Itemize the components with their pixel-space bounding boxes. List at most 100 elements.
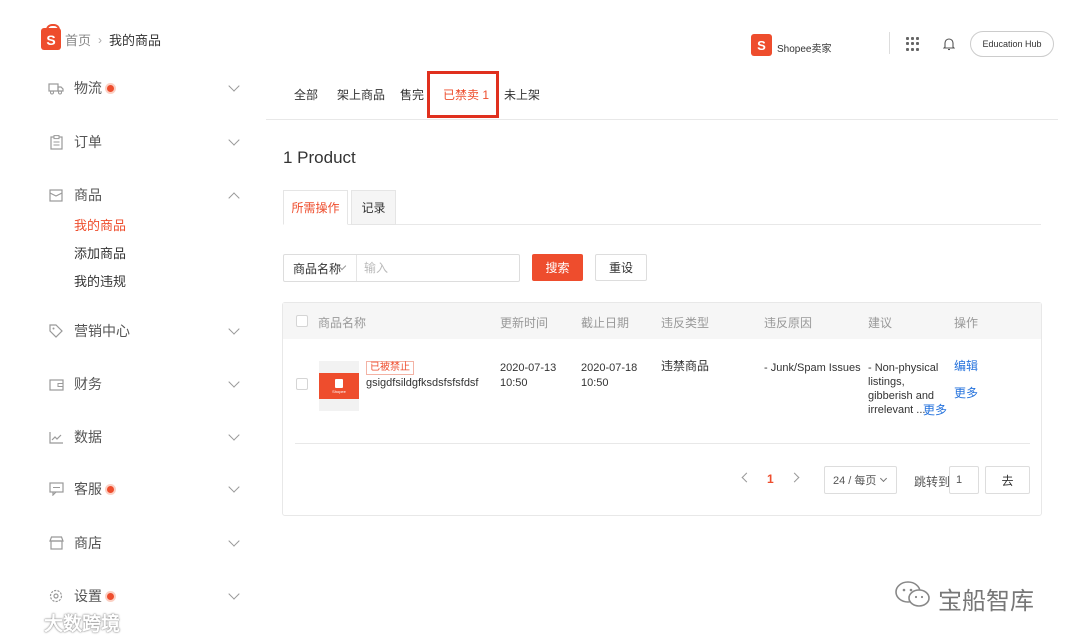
row-divider: [295, 443, 1030, 444]
chevron-down-icon: [228, 588, 240, 600]
jump-to-page-input[interactable]: [949, 466, 979, 494]
sidebar-subitem-my-products[interactable]: 我的商品: [74, 215, 126, 234]
breadcrumb-home-link[interactable]: 首页: [65, 30, 91, 49]
sidebar-item-customer-service[interactable]: 客服: [48, 477, 248, 501]
search-field-select[interactable]: 商品名称: [284, 255, 357, 281]
watermark-logo-icon: [10, 608, 40, 636]
shopee-bag-icon: Shopee: [319, 373, 359, 399]
clipboard-icon: [48, 134, 64, 150]
education-hub-button[interactable]: Education Hub: [970, 31, 1054, 57]
deadline-date: 2020-07-18: [581, 362, 638, 374]
search-button[interactable]: 搜索: [532, 254, 583, 281]
shopee-seller-logo-icon[interactable]: S: [751, 34, 772, 56]
chevron-down-icon: [228, 80, 240, 92]
page: S 首页 › 我的商品 物流 订单 商品 我的商品 添加商品 我的违规 营销中心…: [0, 0, 1080, 642]
banned-status-badge: 已被禁止: [366, 361, 414, 375]
product-thumbnail[interactable]: Shopee: [319, 361, 359, 411]
truck-icon: [48, 81, 64, 95]
edit-link[interactable]: 编辑: [954, 359, 978, 373]
suggestion-line: gibberish and: [868, 390, 935, 402]
breadcrumb: 首页 › 我的商品: [65, 30, 161, 49]
chevron-down-icon: [228, 535, 240, 547]
chart-icon: [48, 430, 64, 444]
notification-dot: [105, 590, 116, 602]
tab-sold-out[interactable]: 售完: [400, 86, 424, 103]
notification-dot: [105, 82, 116, 94]
sidebar-item-label: 营销中心: [74, 323, 130, 339]
column-header-actions: 操作: [954, 316, 979, 330]
go-button[interactable]: 去: [985, 466, 1030, 494]
select-all-checkbox[interactable]: [296, 315, 308, 327]
updated-date: 2020-07-13: [500, 362, 557, 374]
tab-all[interactable]: 全部: [294, 86, 318, 103]
updated-time: 10:50: [500, 377, 528, 389]
sidebar-item-shop[interactable]: 商店: [48, 531, 248, 555]
sidebar-item-finance[interactable]: 财务: [48, 372, 248, 396]
chevron-down-icon: [228, 376, 240, 388]
watermark-right: 宝船智库: [894, 580, 1034, 617]
page-number-current[interactable]: 1: [767, 472, 774, 486]
product-table: 商品名称 更新时间 截止日期 违反类型 违反原因 建议 操作 Shopee 已被…: [282, 302, 1042, 516]
sidebar-item-products[interactable]: 商品: [48, 183, 248, 207]
column-header-deadline: 截止日期: [581, 316, 630, 330]
sidebar-item-orders[interactable]: 订单: [48, 130, 248, 154]
tab-history[interactable]: 记录: [351, 190, 396, 225]
annotation-highlight-box: [427, 71, 499, 118]
chat-icon: [48, 482, 64, 496]
suggestion-line: - Non-physical: [868, 362, 939, 374]
suggestion-line: listings,: [868, 376, 905, 388]
row-checkbox[interactable]: [296, 378, 308, 390]
bell-icon[interactable]: [942, 37, 956, 51]
sidebar-subitem-my-violations[interactable]: 我的违规: [74, 271, 126, 290]
chevron-left-icon[interactable]: [741, 472, 752, 483]
chevron-down-icon: [228, 429, 240, 441]
sidebar-item-label: 数据: [74, 429, 102, 445]
column-header-updated: 更新时间: [500, 316, 549, 330]
column-header-name: 商品名称: [318, 316, 367, 330]
jump-to-label: 跳转到: [914, 475, 951, 489]
sidebar-item-label: 客服: [74, 481, 102, 497]
sidebar-item-label: 订单: [74, 134, 102, 150]
wechat-icon: [894, 580, 932, 617]
search-bar: 商品名称: [283, 254, 520, 282]
sidebar-item-settings[interactable]: 设置: [48, 584, 248, 608]
suggestion-more-link[interactable]: 更多: [923, 403, 947, 417]
more-actions-link[interactable]: 更多: [954, 386, 978, 400]
tab-action-required[interactable]: 所需操作: [283, 190, 348, 225]
chevron-up-icon: [228, 192, 240, 204]
subtabs-divider: [283, 224, 1041, 225]
chevron-down-icon: [228, 481, 240, 493]
product-count: 1 Product: [283, 148, 356, 167]
reset-button[interactable]: 重设: [595, 254, 647, 281]
shopee-seller-text: Shopee卖家: [777, 44, 832, 55]
page-size-select[interactable]: 24 / 每页: [824, 466, 897, 494]
search-input[interactable]: [357, 255, 519, 281]
chevron-down-icon: [880, 474, 888, 483]
chevron-right-icon[interactable]: [789, 472, 800, 483]
wallet-icon: [48, 377, 64, 391]
apps-grid-icon[interactable]: [906, 37, 920, 51]
search-field-select-value: 商品名称: [293, 261, 342, 276]
violation-type: 违禁商品: [661, 359, 710, 373]
column-header-violation-reason: 违反原因: [764, 316, 813, 330]
sidebar-item-logistics[interactable]: 物流: [48, 76, 248, 100]
sidebar-item-marketing[interactable]: 营销中心: [48, 319, 248, 343]
sidebar-item-label: 财务: [74, 376, 102, 392]
violation-reason: - Junk/Spam Issues: [764, 362, 861, 374]
sidebar-subitem-add-product[interactable]: 添加商品: [74, 243, 126, 262]
product-name[interactable]: gsigdfsildgfksdsfsfsfdsf: [366, 377, 479, 389]
tab-live[interactable]: 架上商品: [337, 86, 385, 103]
shopee-bag-logo-icon[interactable]: S: [41, 24, 61, 50]
tag-icon: [48, 324, 64, 338]
breadcrumb-current: 我的商品: [109, 33, 162, 48]
box-icon: [48, 188, 64, 202]
watermark-left: 大数跨境: [10, 608, 120, 636]
tab-unlisted[interactable]: 未上架: [504, 86, 540, 103]
sidebar-item-label: 物流: [74, 80, 102, 96]
suggestion-line: irrelevant ...: [868, 404, 926, 416]
sidebar-item-label: 商店: [74, 535, 102, 551]
sidebar-item-data[interactable]: 数据: [48, 425, 248, 449]
page-size-value: 24 / 每页: [833, 475, 877, 487]
watermark-text: 宝船智库: [938, 588, 1034, 615]
watermark-text: 大数跨境: [44, 613, 121, 635]
